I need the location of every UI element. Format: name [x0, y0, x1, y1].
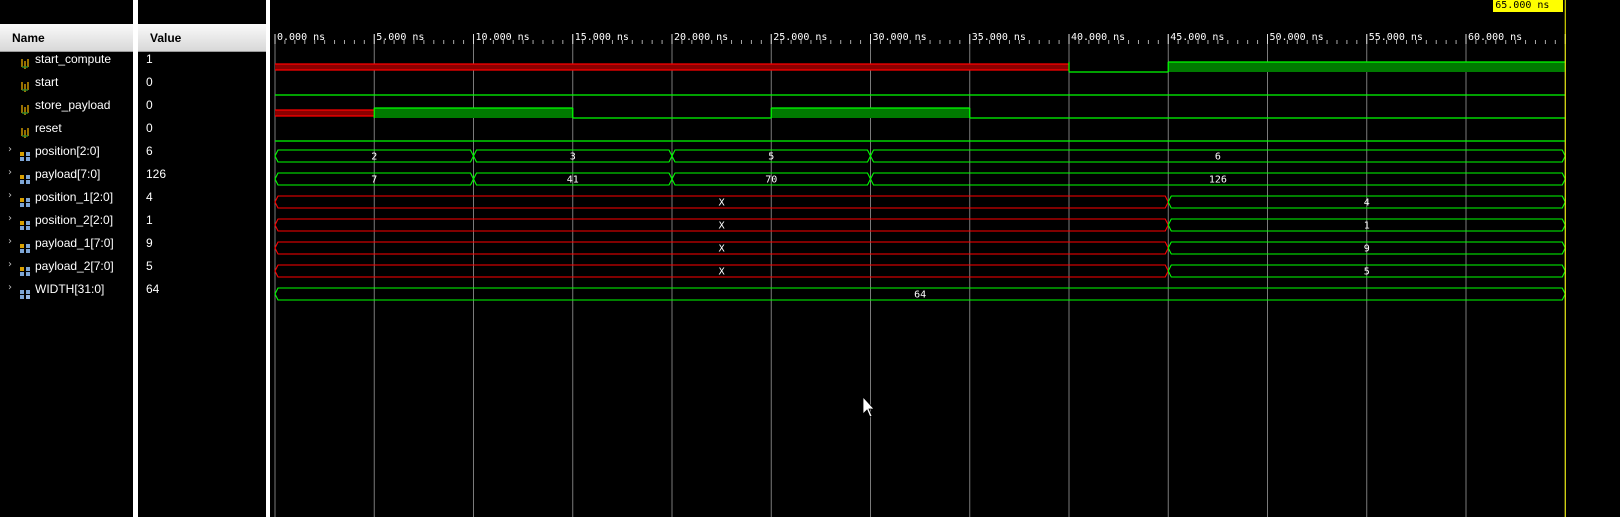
signal-row[interactable]: › payload_1[7:0] [0, 236, 133, 259]
bus-signal-icon [19, 173, 31, 185]
signal-name: reset [35, 121, 62, 135]
bus-signal-icon [19, 242, 31, 254]
expand-arrow-icon[interactable]: › [5, 213, 15, 224]
signal-row[interactable]: start_compute [0, 52, 133, 75]
bus-value-label: 3 [570, 152, 576, 163]
signal-name: position[2:0] [35, 144, 100, 158]
time-axis-label: 45.000 ns [1170, 32, 1224, 43]
expand-arrow-icon[interactable]: › [5, 259, 15, 270]
bus-value-label: 5 [1364, 267, 1370, 278]
signal-value-panel: Value 1 0 0 0 6 126 4 1 9 5 64 [138, 0, 266, 517]
signal-value: 126 [146, 167, 167, 181]
signal-row[interactable]: store_payload [0, 98, 133, 121]
name-column-header[interactable]: Name [0, 24, 133, 52]
mouse-pointer-icon [862, 395, 875, 418]
expand-arrow-icon[interactable]: › [5, 190, 15, 201]
cursor-time-marker[interactable]: 65.000 ns [1493, 0, 1564, 12]
signal-value: 6 [146, 144, 153, 158]
time-axis-label: 0.000 ns [277, 32, 325, 43]
time-axis-label: 30.000 ns [873, 32, 927, 43]
signal-row[interactable]: › payload_2[7:0] [0, 259, 133, 282]
time-axis-label: 10.000 ns [476, 32, 530, 43]
waveform-view[interactable]: 0.000 ns 5.000 ns 10.000 ns 15.000 ns 20.000… [273, 0, 1620, 517]
bus-signal-icon [19, 265, 31, 277]
bus-value-label: 41 [567, 175, 579, 186]
signal-name: store_payload [35, 98, 111, 112]
high-level-fill [1168, 62, 1566, 72]
bus-value-label: X [719, 221, 725, 232]
signal-row[interactable]: › payload[7:0] [0, 167, 133, 190]
bus-value-label: X [719, 267, 725, 278]
unknown-level [275, 64, 1069, 70]
signal-row[interactable]: › position_1[2:0] [0, 190, 133, 213]
signal-value: 0 [146, 121, 153, 135]
time-axis-label: 25.000 ns [773, 32, 827, 43]
value-column-header[interactable]: Value [138, 24, 266, 52]
signal-name: position_1[2:0] [35, 190, 114, 204]
signal-value: 5 [146, 259, 153, 273]
bus-value-label: 2 [371, 152, 377, 163]
time-axis-label: 15.000 ns [575, 32, 629, 43]
signal-row[interactable]: › position_2[2:0] [0, 213, 133, 236]
signal-value: 0 [146, 75, 153, 89]
time-axis-label: 55.000 ns [1369, 32, 1423, 43]
bus-signal-icon [19, 150, 31, 162]
signal-value: 0 [146, 98, 153, 112]
bus-signal-icon [19, 219, 31, 231]
expand-arrow-icon[interactable]: › [5, 167, 15, 178]
signal-row[interactable]: › WIDTH[31:0] [0, 282, 133, 305]
time-axis-label: 60.000 ns [1468, 32, 1522, 43]
bus-value-label: 9 [1364, 244, 1370, 255]
bus-value-label: 64 [914, 290, 926, 301]
bus-value-label: 6 [1215, 152, 1221, 163]
bit-signal-icon [19, 104, 31, 116]
bus-value-label: X [719, 198, 725, 209]
bus-value-label: 5 [768, 152, 774, 163]
high-level-fill [374, 108, 573, 118]
signal-row[interactable]: › position[2:0] [0, 144, 133, 167]
bus-value-label: X [719, 244, 725, 255]
expand-arrow-icon[interactable]: › [5, 144, 15, 155]
signal-value: 4 [146, 190, 153, 204]
time-axis-label: 35.000 ns [972, 32, 1026, 43]
signal-name: start_compute [35, 52, 112, 66]
signal-value: 64 [146, 282, 160, 296]
bus-value-label: 4 [1364, 198, 1370, 209]
bus-signal-icon [19, 196, 31, 208]
unknown-level [275, 110, 375, 116]
signal-row[interactable]: reset [0, 121, 133, 144]
signal-name: payload[7:0] [35, 167, 101, 181]
bit-signal-icon [19, 127, 31, 139]
signal-name: position_2[2:0] [35, 213, 114, 227]
time-axis-label: 50.000 ns [1270, 32, 1324, 43]
signal-value: 1 [146, 213, 153, 227]
signal-name: payload_2[7:0] [35, 259, 114, 273]
bus-value-label: 7 [371, 175, 377, 186]
signal-value: 1 [146, 52, 153, 66]
high-level-fill [771, 108, 970, 118]
signal-row[interactable]: start [0, 75, 133, 98]
bus-value-label: 1 [1364, 221, 1370, 232]
time-axis-label: 40.000 ns [1071, 32, 1125, 43]
param-signal-icon [19, 288, 31, 300]
time-axis-label: 5.000 ns [376, 32, 424, 43]
bus-value-label: 70 [765, 175, 777, 186]
time-axis-label: 20.000 ns [674, 32, 728, 43]
signal-name-panel: Name start_computestart store_payloadrese… [0, 0, 133, 517]
signal-name: start [35, 75, 59, 89]
expand-arrow-icon[interactable]: › [5, 236, 15, 247]
bit-signal-icon [19, 81, 31, 93]
value-wave-splitter[interactable] [266, 0, 270, 517]
signal-value: 9 [146, 236, 153, 250]
expand-arrow-icon[interactable]: › [5, 282, 15, 293]
bit-signal-icon [19, 58, 31, 70]
bus-value-label: 126 [1209, 175, 1227, 186]
signal-name: payload_1[7:0] [35, 236, 114, 250]
signal-name: WIDTH[31:0] [35, 282, 105, 296]
